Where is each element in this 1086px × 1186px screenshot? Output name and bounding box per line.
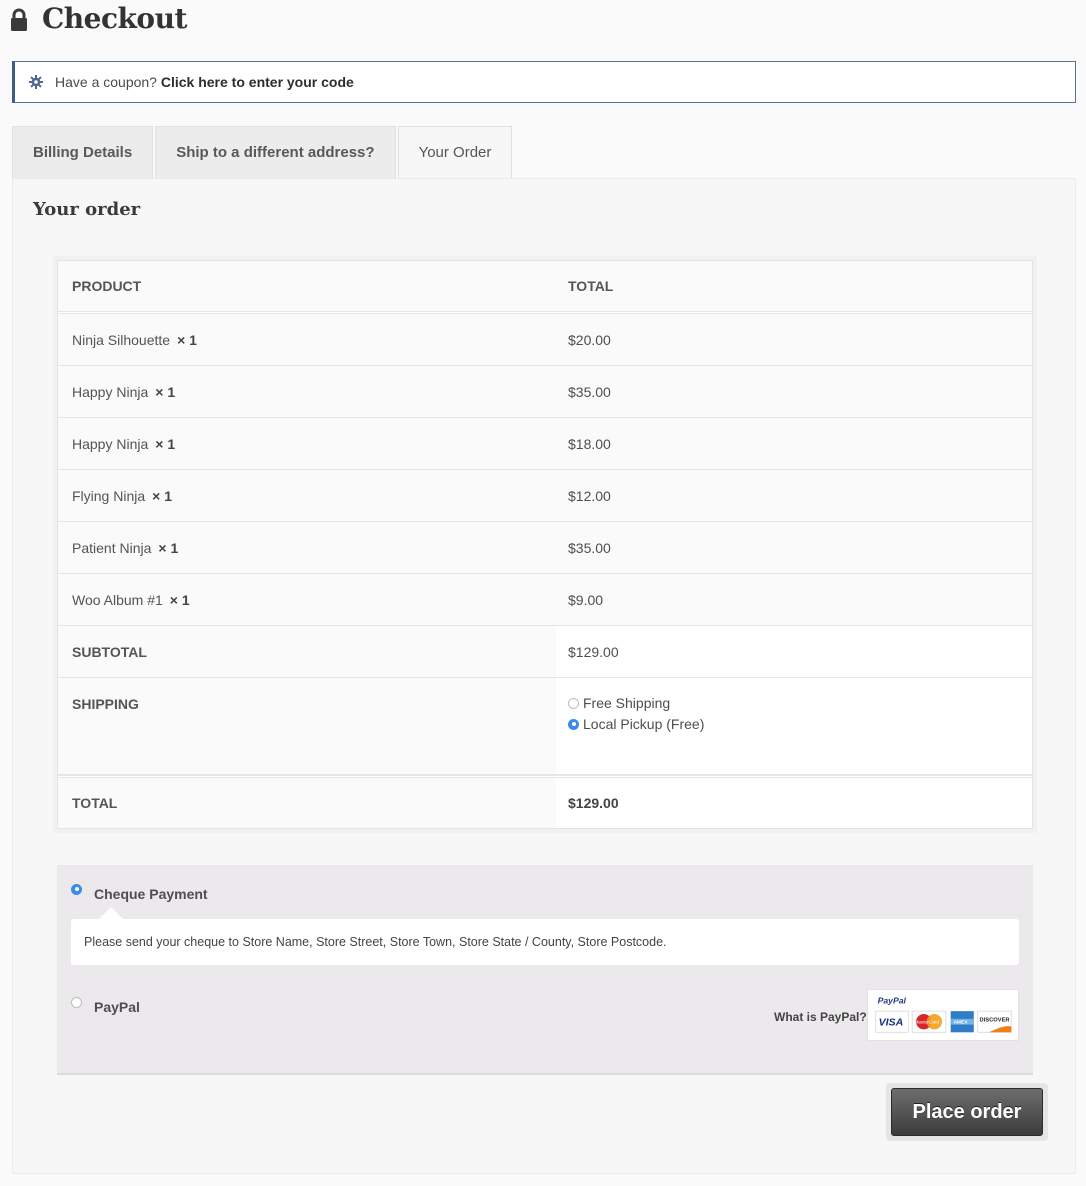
payment-method-paypal[interactable]: PayPal	[71, 994, 140, 1015]
order-heading: Your order	[33, 199, 141, 220]
shipping-option-label: Free Shipping	[583, 695, 671, 711]
product-quantity: × 1	[155, 435, 176, 452]
product-name: Flying Ninja	[72, 487, 146, 504]
coupon-link[interactable]: Click here to enter your code	[161, 74, 354, 90]
cheque-radio[interactable]	[71, 883, 82, 895]
order-total-value: $129.00	[556, 778, 1032, 828]
tab-billing-details[interactable]: Billing Details	[12, 126, 154, 178]
product-cell: Patient Ninja × 1	[58, 522, 556, 573]
coupon-prefix: Have a coupon?	[55, 74, 157, 90]
table-row: Happy Ninja × 1 $18.00	[58, 418, 1032, 470]
table-row: Flying Ninja × 1 $12.00	[58, 470, 1032, 522]
svg-text:VISA: VISA	[879, 1017, 904, 1029]
page-header: Checkout	[10, 0, 187, 36]
table-row: Ninja Silhouette × 1 $20.00	[58, 314, 1032, 366]
paypal-acceptance-mark[interactable]: PayPal VISA MasterCard AMEX DISCOVER	[867, 989, 1019, 1041]
paypal-brand-text: PayPal	[878, 995, 907, 1005]
product-name: Happy Ninja	[72, 383, 149, 400]
place-order-wrapper: Place order	[886, 1083, 1048, 1141]
visa-card-icon: VISA	[875, 1010, 909, 1033]
total-column-header: TOTAL	[556, 261, 1032, 311]
what-is-paypal-link[interactable]: What is PayPal?	[774, 1010, 867, 1024]
tab-ship-to-different-address[interactable]: Ship to a different address?	[155, 126, 396, 178]
product-name: Happy Ninja	[72, 435, 149, 452]
line-total: $35.00	[556, 522, 1032, 573]
product-cell: Flying Ninja × 1	[58, 470, 556, 521]
cheque-description-box: Please send your cheque to Store Name, S…	[71, 907, 1019, 965]
shipping-label: SHIPPING	[58, 678, 556, 774]
product-quantity: × 1	[177, 331, 197, 348]
table-row: Woo Album #1 × 1 $9.00	[58, 574, 1032, 626]
svg-text:DISCOVER: DISCOVER	[980, 1018, 1011, 1024]
product-cell: Woo Album #1 × 1	[58, 574, 556, 625]
shipping-option-label: Local Pickup (Free)	[583, 716, 705, 732]
table-header-row: PRODUCT TOTAL	[58, 261, 1032, 314]
order-panel: Your order PRODUCT TOTAL Ninja Silhouett…	[12, 178, 1076, 1174]
product-name: Patient Ninja	[72, 539, 152, 556]
lock-icon	[11, 8, 27, 31]
mastercard-icon: MasterCard	[911, 1010, 947, 1033]
product-quantity: × 1	[169, 591, 190, 608]
line-total: $18.00	[556, 418, 1032, 469]
paypal-radio[interactable]	[71, 996, 82, 1008]
product-name: Ninja Silhouette	[72, 331, 171, 348]
product-quantity: × 1	[152, 487, 172, 504]
product-quantity: × 1	[158, 539, 179, 556]
coupon-notice: Have a coupon? Click here to enter your …	[12, 61, 1076, 103]
local-pickup-radio[interactable]	[568, 718, 579, 730]
subtotal-row: SUBTOTAL $129.00	[58, 626, 1032, 678]
order-total-row: TOTAL $129.00	[58, 775, 1032, 828]
line-total: $12.00	[556, 470, 1032, 521]
table-row: Patient Ninja × 1 $35.00	[58, 522, 1032, 574]
svg-text:MasterCard: MasterCard	[914, 1020, 939, 1026]
coupon-text: Have a coupon? Click here to enter your …	[55, 74, 354, 90]
order-review-table: PRODUCT TOTAL Ninja Silhouette × 1 $20.0…	[57, 260, 1033, 829]
checkout-tabs: Billing Details Ship to a different addr…	[12, 126, 513, 178]
free-shipping-radio[interactable]	[568, 697, 579, 709]
gear-icon	[29, 75, 43, 89]
product-cell: Happy Ninja × 1	[58, 418, 556, 469]
payment-method-cheque[interactable]: Cheque Payment	[71, 881, 208, 902]
product-cell: Ninja Silhouette × 1	[58, 314, 556, 365]
product-quantity: × 1	[155, 383, 176, 400]
svg-text:AMEX: AMEX	[954, 1020, 969, 1026]
tab-your-order[interactable]: Your Order	[397, 126, 513, 178]
shipping-option-local-pickup[interactable]: Local Pickup (Free)	[568, 716, 704, 732]
line-total: $9.00	[556, 574, 1032, 625]
table-row: Happy Ninja × 1 $35.00	[58, 366, 1032, 418]
paypal-label: PayPal	[94, 999, 140, 1015]
line-total: $35.00	[556, 366, 1032, 417]
payment-methods: Cheque Payment Please send your cheque t…	[57, 865, 1033, 1075]
cheque-label: Cheque Payment	[94, 886, 208, 902]
subtotal-label: SUBTOTAL	[58, 626, 556, 677]
product-name: Woo Album #1	[72, 591, 163, 608]
amex-card-icon: AMEX	[950, 1011, 974, 1033]
shipping-options: Free Shipping Local Pickup (Free)	[556, 678, 1032, 774]
cheque-description: Please send your cheque to Store Name, S…	[84, 935, 667, 949]
shipping-row: SHIPPING Free Shipping Local Pickup (Fre…	[58, 678, 1032, 775]
order-total-label: TOTAL	[58, 778, 556, 828]
shipping-option-free-shipping[interactable]: Free Shipping	[568, 695, 670, 711]
subtotal-value: $129.00	[568, 643, 619, 660]
discover-card-icon: DISCOVER	[977, 1010, 1012, 1033]
product-column-header: PRODUCT	[58, 261, 556, 311]
page-title: Checkout	[42, 1, 187, 35]
place-order-button[interactable]: Place order	[891, 1088, 1043, 1136]
product-cell: Happy Ninja × 1	[58, 366, 556, 417]
line-total: $20.00	[556, 314, 1032, 365]
